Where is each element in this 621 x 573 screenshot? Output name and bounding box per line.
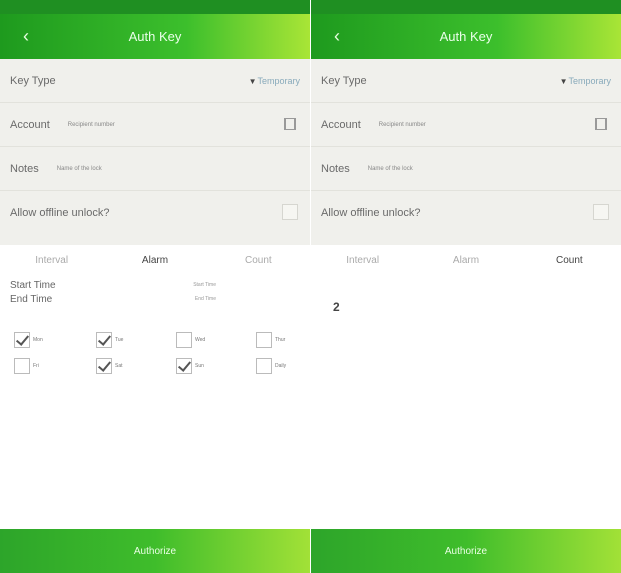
key-type-select[interactable]: ▼Temporary xyxy=(560,76,611,86)
notes-input[interactable]: Name of the lock xyxy=(57,166,102,172)
checkbox-box[interactable] xyxy=(96,332,112,348)
mode-tabs: Interval Alarm Count xyxy=(311,245,621,275)
back-arrow-icon[interactable]: ‹ xyxy=(16,26,36,46)
tab-alarm[interactable]: Alarm xyxy=(414,255,517,266)
mode-tabs: Interval Alarm Count xyxy=(0,245,310,275)
tab-count[interactable]: Count xyxy=(518,255,621,266)
day-checkbox-sun[interactable]: Sun xyxy=(176,358,204,374)
tab-alarm[interactable]: Alarm xyxy=(103,255,206,266)
checkbox-box[interactable] xyxy=(256,332,272,348)
contact-book-icon[interactable] xyxy=(595,118,607,130)
dropdown-triangle-icon: ▼ xyxy=(248,76,257,86)
day-label: Wed xyxy=(195,337,206,343)
account-label: Account xyxy=(10,118,50,131)
status-bar xyxy=(0,0,310,14)
tab-interval[interactable]: Interval xyxy=(0,255,103,266)
key-type-value: Temporary xyxy=(257,75,300,86)
end-time-row[interactable]: End Time End Time xyxy=(10,292,300,306)
day-checkbox-sat[interactable]: Sat xyxy=(96,358,123,374)
key-type-row[interactable]: Key Type ▼Temporary xyxy=(0,59,310,103)
day-label: Mon xyxy=(33,337,43,343)
key-type-row[interactable]: Key Type ▼Temporary xyxy=(311,59,621,103)
day-label: Sun xyxy=(195,363,204,369)
authorize-label: Authorize xyxy=(444,545,488,557)
notes-label: Notes xyxy=(321,162,350,175)
nav-bar: ‹ Auth Key xyxy=(0,14,310,59)
auth-form: Key Type ▼Temporary Account Recipient nu… xyxy=(0,59,310,245)
authorize-button[interactable]: Authorize xyxy=(0,529,310,573)
allow-offline-row: Allow offline unlock? xyxy=(0,191,310,235)
day-checkbox-thur[interactable]: Thur xyxy=(256,332,285,348)
allow-offline-checkbox[interactable] xyxy=(593,204,609,220)
checkbox-box[interactable] xyxy=(14,332,30,348)
count-input[interactable]: 2 xyxy=(333,300,340,314)
key-type-label: Key Type xyxy=(10,74,56,87)
day-label: Sat xyxy=(115,363,123,369)
account-row: Account Recipient number xyxy=(0,103,310,147)
status-bar xyxy=(311,0,621,14)
dropdown-triangle-icon: ▼ xyxy=(559,76,568,86)
start-time-label: Start Time xyxy=(10,279,56,291)
checkbox-box[interactable] xyxy=(176,358,192,374)
day-label: Thur xyxy=(275,337,286,343)
checkbox-box[interactable] xyxy=(96,358,112,374)
key-type-value: Temporary xyxy=(568,75,611,86)
page-title: Auth Key xyxy=(439,29,493,44)
authorize-button[interactable]: Authorize xyxy=(311,529,621,573)
start-time-row[interactable]: Start Time Start Time xyxy=(10,278,300,292)
checkbox-box[interactable] xyxy=(176,332,192,348)
key-type-label: Key Type xyxy=(321,74,367,87)
time-settings: Start Time Start Time End Time End Time xyxy=(10,278,300,306)
contact-book-icon[interactable] xyxy=(284,118,296,130)
notes-label: Notes xyxy=(10,162,39,175)
notes-input[interactable]: Name of the lock xyxy=(368,166,413,172)
account-row: Account Recipient number xyxy=(311,103,621,147)
start-time-value[interactable]: Start Time xyxy=(193,282,216,288)
day-checkbox-mon[interactable]: Mon xyxy=(14,332,43,348)
tab-count[interactable]: Count xyxy=(207,255,310,266)
page-title: Auth Key xyxy=(128,29,182,44)
day-checkbox-daily[interactable]: Daily xyxy=(256,358,286,374)
allow-offline-label: Allow offline unlock? xyxy=(10,207,110,219)
right-screen: ‹ Auth Key Key Type ▼Temporary Account R… xyxy=(311,0,621,573)
authorize-label: Authorize xyxy=(133,545,177,557)
key-type-select[interactable]: ▼Temporary xyxy=(249,76,300,86)
account-input[interactable]: Recipient number xyxy=(68,122,115,128)
day-checkbox-fri[interactable]: Fri xyxy=(14,358,39,374)
auth-form: Key Type ▼Temporary Account Recipient nu… xyxy=(311,59,621,245)
day-checkbox-tue[interactable]: Tue xyxy=(96,332,123,348)
allow-offline-row: Allow offline unlock? xyxy=(311,191,621,235)
end-time-label: End Time xyxy=(10,293,53,305)
checkbox-box[interactable] xyxy=(14,358,30,374)
allow-offline-checkbox[interactable] xyxy=(282,204,298,220)
checkbox-box[interactable] xyxy=(256,358,272,374)
allow-offline-label: Allow offline unlock? xyxy=(321,207,421,219)
left-screen: ‹ Auth Key Key Type ▼Temporary Account R… xyxy=(0,0,310,573)
account-input[interactable]: Recipient number xyxy=(379,122,426,128)
day-label: Fri xyxy=(33,363,39,369)
nav-bar: ‹ Auth Key xyxy=(311,14,621,59)
day-label: Tue xyxy=(115,337,124,343)
tab-interval[interactable]: Interval xyxy=(311,255,414,266)
end-time-value[interactable]: End Time xyxy=(195,296,216,302)
notes-row: Notes Name of the lock xyxy=(311,147,621,191)
day-label: Daily xyxy=(275,363,287,369)
back-arrow-icon[interactable]: ‹ xyxy=(327,26,347,46)
account-label: Account xyxy=(321,118,361,131)
day-checkbox-wed[interactable]: Wed xyxy=(176,332,205,348)
notes-row: Notes Name of the lock xyxy=(0,147,310,191)
